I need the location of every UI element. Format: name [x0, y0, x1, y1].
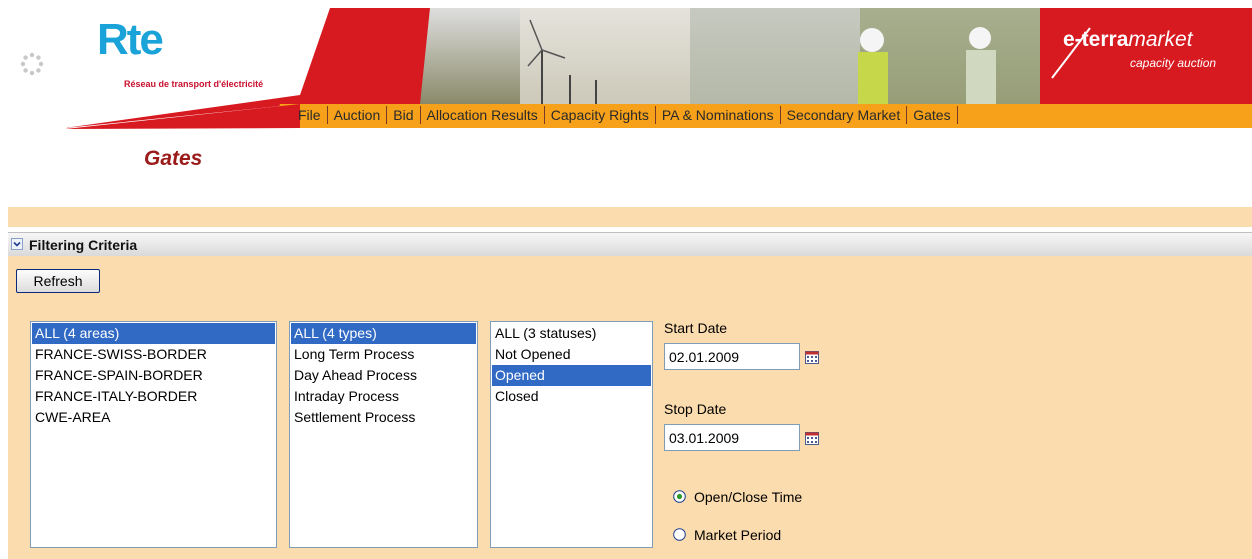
market-period-radio[interactable] [673, 528, 686, 541]
menu-auction[interactable]: Auction [328, 107, 387, 123]
menu-allocation-results[interactable]: Allocation Results [421, 107, 544, 123]
menu-capacity-rights[interactable]: Capacity Rights [545, 107, 655, 123]
type-option-intraday[interactable]: Intraday Process [291, 386, 476, 407]
status-option-all[interactable]: ALL (3 statuses) [492, 323, 651, 344]
type-option-long-term[interactable]: Long Term Process [291, 344, 476, 365]
brand-suffix: market [1128, 28, 1193, 51]
refresh-button[interactable]: Refresh [16, 269, 100, 293]
menu-bid[interactable]: Bid [387, 107, 419, 123]
types-listbox[interactable]: ALL (4 types) Long Term Process Day Ahea… [289, 321, 478, 548]
stop-date-label: Stop Date [664, 401, 727, 417]
area-option-cwe[interactable]: CWE-AREA [32, 407, 275, 428]
brand-prefix: e-terra [1063, 28, 1129, 51]
main-menu: File Auction Bid Allocation Results Capa… [292, 104, 958, 126]
statuses-listbox[interactable]: ALL (3 statuses) Not Opened Opened Close… [490, 321, 653, 548]
logo-subtitle: Réseau de transport d'électricité [124, 79, 264, 89]
status-option-closed[interactable]: Closed [492, 386, 651, 407]
type-option-day-ahead[interactable]: Day Ahead Process [291, 365, 476, 386]
menu-separator [956, 106, 958, 124]
area-option-france-spain[interactable]: FRANCE-SPAIN-BORDER [32, 365, 275, 386]
start-date-input[interactable] [664, 343, 800, 370]
loading-spinner-icon [20, 52, 44, 76]
chevron-down-icon[interactable] [11, 238, 23, 250]
open-close-time-radio[interactable] [673, 490, 686, 503]
page-title: Gates [144, 147, 203, 170]
menu-pa-nominations[interactable]: PA & Nominations [656, 107, 780, 123]
type-option-all[interactable]: ALL (4 types) [291, 323, 476, 344]
filtering-criteria-title: Filtering Criteria [29, 237, 138, 253]
menu-secondary-market[interactable]: Secondary Market [781, 107, 907, 123]
logo-text: Rte [97, 15, 164, 64]
menu-file[interactable]: File [292, 107, 327, 123]
area-option-all[interactable]: ALL (4 areas) [32, 323, 275, 344]
calendar-icon[interactable] [805, 431, 819, 445]
title-band [8, 207, 1252, 227]
brand-subtitle: capacity auction [1130, 56, 1217, 70]
market-period-label[interactable]: Market Period [694, 527, 781, 543]
type-option-settlement[interactable]: Settlement Process [291, 407, 476, 428]
calendar-icon[interactable] [805, 350, 819, 364]
status-option-opened[interactable]: Opened [492, 365, 651, 386]
brand-logo: e-terramarket [1063, 28, 1193, 52]
menu-gates[interactable]: Gates [907, 107, 956, 123]
start-date-label: Start Date [664, 320, 728, 336]
area-option-france-swiss[interactable]: FRANCE-SWISS-BORDER [32, 344, 275, 365]
filtering-criteria-header[interactable]: Filtering Criteria [8, 232, 1252, 258]
app-header: Rte Réseau de transport d'électricité e-… [0, 0, 1252, 130]
open-close-time-label[interactable]: Open/Close Time [694, 489, 802, 505]
stop-date-input[interactable] [664, 424, 800, 451]
area-option-france-italy[interactable]: FRANCE-ITALY-BORDER [32, 386, 275, 407]
areas-listbox[interactable]: ALL (4 areas) FRANCE-SWISS-BORDER FRANCE… [30, 321, 277, 548]
status-option-not-opened[interactable]: Not Opened [492, 344, 651, 365]
